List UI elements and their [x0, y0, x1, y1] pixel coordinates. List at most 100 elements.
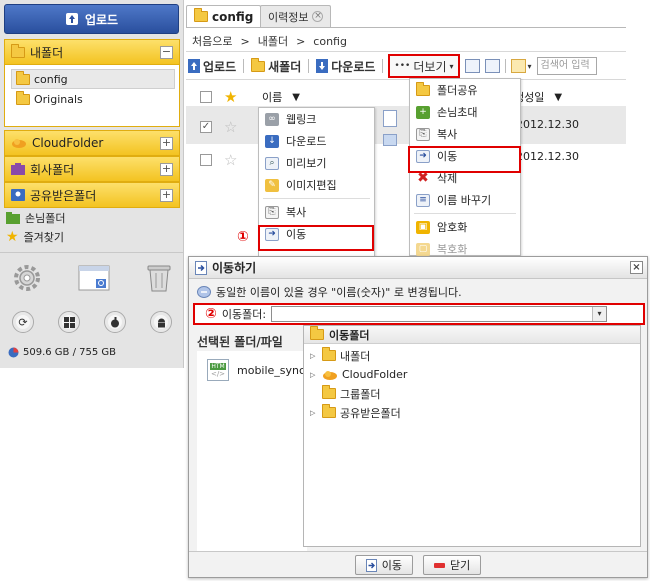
expand-toggle[interactable]: +	[160, 188, 173, 202]
selected-items-label: 선택된 폴더/파일	[197, 334, 283, 349]
row-checkbox[interactable]: ✓	[200, 121, 212, 133]
menu-item-invite-guest[interactable]: + 손님초대	[410, 101, 520, 123]
favorite-star-icon[interactable]: ★	[224, 88, 237, 106]
calendar-dropdown[interactable]: ▾	[510, 59, 532, 73]
tab-config[interactable]: config	[186, 5, 262, 27]
sync-icon[interactable]: ⟳	[12, 311, 34, 333]
expand-toggle[interactable]: +	[160, 162, 173, 176]
list-header: ★	[200, 88, 237, 106]
favorites-link[interactable]: ★ 즐겨찾기	[6, 228, 64, 246]
thumbnail-view-icon[interactable]	[464, 59, 480, 73]
divider	[243, 59, 245, 73]
tree-item-cloudfolder[interactable]: ▷ CloudFolder	[304, 365, 640, 384]
shared-folder-label: 공유받은폴더	[30, 188, 97, 203]
menu-label: 손님초대	[437, 106, 478, 119]
upload-button[interactable]: 업로드	[4, 4, 179, 34]
tab-history[interactable]: 이력정보 ×	[260, 5, 332, 27]
cloud-icon	[322, 369, 338, 381]
breadcrumb-my-folder[interactable]: 내폴더	[258, 33, 288, 49]
table-row[interactable]: ☆ 2012.12.30	[186, 144, 626, 172]
search-input[interactable]: 검색어 입력	[536, 57, 597, 75]
destination-folder-select[interactable]: ▾	[271, 306, 608, 322]
download-button[interactable]: 다운로드	[314, 58, 377, 75]
menu-label: 폴더공유	[437, 84, 478, 97]
search-window-icon[interactable]	[78, 265, 110, 291]
sidebar-tools	[12, 262, 172, 294]
dialog-notice: 동일한 이름이 있을 경우 "이름(숫자)" 로 변경됩니다.	[197, 284, 462, 300]
table-row[interactable]: ✓ ☆ 2012.12.30	[186, 106, 626, 144]
destination-folder-row: ② 이동폴더: ▾	[193, 303, 645, 325]
menu-item-preview[interactable]: ⌕ 미리보기	[259, 152, 374, 174]
windows-icon[interactable]	[58, 311, 80, 333]
rename-icon: ≡	[416, 193, 430, 207]
name-column-header[interactable]: 이름 ▼	[262, 89, 300, 105]
folder-icon	[310, 326, 324, 340]
guest-folder-link[interactable]: 손님폴더	[6, 209, 65, 227]
close-button-label: 닫기	[450, 559, 471, 572]
tree-item-config[interactable]: config	[11, 69, 175, 89]
tree-item-group-folder[interactable]: 그룹폴더	[304, 384, 640, 403]
menu-item-encrypt[interactable]: ▣ 암호화	[410, 216, 520, 238]
move-confirm-button[interactable]: 이동	[354, 555, 413, 575]
android-icon[interactable]	[150, 311, 172, 333]
menu-item-share-folder[interactable]: 폴더공유	[410, 79, 520, 101]
more-button[interactable]: ••• 더보기 ▾	[388, 54, 460, 78]
selected-file-name: mobile_sync	[237, 363, 306, 377]
company-folder-icon	[11, 163, 25, 175]
chevron-down-icon: ▾	[527, 61, 532, 71]
menu-item-copy[interactable]: ⎘ 복사	[259, 201, 374, 223]
my-folder-header[interactable]: 내폴더 −	[4, 39, 180, 65]
close-dialog-button[interactable]: 닫기	[423, 555, 482, 575]
shared-folder-header[interactable]: 공유받은폴더 +	[4, 182, 180, 208]
collapse-toggle[interactable]: −	[160, 45, 173, 59]
menu-item-image-edit[interactable]: ✎ 이미지편집	[259, 174, 374, 196]
menu-item-copy[interactable]: ⎘ 복사	[410, 123, 520, 145]
divider	[186, 79, 626, 80]
tree-item-label: 그룹폴더	[340, 387, 381, 401]
settings-gear-icon[interactable]	[12, 263, 42, 293]
list-view-icon[interactable]	[484, 59, 500, 73]
breadcrumb-separator: >	[240, 34, 250, 48]
expand-triangle-icon[interactable]: ▷	[310, 409, 318, 417]
new-folder-button[interactable]: 새폴더	[249, 57, 303, 75]
expand-toggle[interactable]: +	[160, 136, 173, 150]
calendar-icon	[510, 59, 526, 73]
folder-icon	[11, 43, 25, 58]
upload-toolbar-button[interactable]: 업로드	[186, 58, 238, 75]
favorite-star-icon[interactable]: ☆	[224, 151, 237, 169]
date-column-header[interactable]: 생성일 ▼	[514, 89, 562, 105]
row-checkbox[interactable]	[200, 154, 212, 166]
divider	[504, 59, 506, 73]
menu-item-download[interactable]: ↓ 다운로드	[259, 130, 374, 152]
dialog-title: 이동하기	[212, 261, 257, 275]
column-name-label: 이름	[262, 91, 283, 104]
menu-item-weblink[interactable]: ∞ 웹링크	[259, 108, 374, 130]
close-icon[interactable]: ×	[630, 261, 643, 274]
more-dots-icon: •••	[394, 61, 411, 71]
close-icon[interactable]: ×	[312, 11, 324, 22]
upload-icon	[188, 59, 200, 73]
trash-icon[interactable]	[146, 263, 172, 293]
chevron-down-icon[interactable]: ▾	[592, 307, 607, 321]
invite-user-icon: +	[416, 105, 430, 119]
tree-item-my-folder[interactable]: ▷ 내폴더	[304, 346, 640, 365]
tree-item-shared-folder[interactable]: ▷ 공유받은폴더	[304, 403, 640, 422]
cloudfolder-panel: CloudFolder +	[4, 130, 180, 156]
tree-item-originals[interactable]: Originals	[16, 89, 175, 109]
expand-triangle-icon[interactable]: ▷	[310, 352, 318, 360]
favorite-star-icon[interactable]: ☆	[224, 118, 237, 136]
favorites-label: 즐겨찾기	[23, 231, 65, 244]
apple-icon[interactable]	[104, 311, 126, 333]
select-all-checkbox[interactable]	[200, 91, 212, 103]
copy-icon: ⎘	[265, 205, 279, 219]
expand-triangle-icon[interactable]: ▷	[310, 371, 318, 379]
destination-label: 이동폴더:	[221, 308, 267, 321]
tree-item-label: CloudFolder	[342, 368, 408, 381]
html-file-icon: HTM </>	[207, 359, 229, 381]
menu-item-rename[interactable]: ≡ 이름 바꾸기	[410, 189, 520, 211]
breadcrumb-home[interactable]: 처음으로	[192, 33, 232, 49]
cloudfolder-header[interactable]: CloudFolder +	[4, 130, 180, 156]
folder-icon	[322, 404, 336, 418]
dialog-title-bar: 이동하기 ×	[189, 257, 647, 279]
company-folder-header[interactable]: 회사폴더 +	[4, 156, 180, 182]
